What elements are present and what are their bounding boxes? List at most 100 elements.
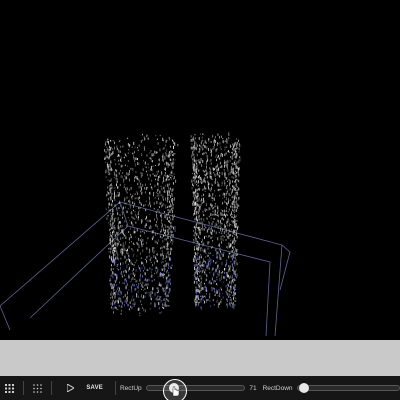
point-cloud-point <box>166 304 167 307</box>
point-cloud-point <box>154 218 155 221</box>
point-cloud-point <box>208 252 210 254</box>
grid-icon[interactable] <box>0 376 19 400</box>
3d-viewport[interactable] <box>0 0 400 340</box>
point-cloud-point <box>190 139 192 142</box>
point-cloud-point <box>228 242 230 246</box>
point-cloud-point <box>222 153 223 157</box>
point-cloud-point <box>234 206 236 208</box>
point-cloud-point <box>233 210 235 213</box>
point-cloud-point <box>213 280 215 282</box>
point-cloud-point <box>154 250 156 252</box>
point-cloud-point <box>193 200 195 204</box>
point-cloud-point <box>236 146 238 149</box>
point-cloud-point <box>129 242 130 244</box>
point-cloud-point <box>109 247 110 250</box>
point-cloud-point <box>113 254 114 256</box>
rect-up-slider[interactable] <box>145 376 246 400</box>
point-cloud-point <box>236 276 238 279</box>
point-cloud-point <box>219 244 220 247</box>
point-cloud-point <box>204 139 206 143</box>
point-cloud-point <box>110 178 112 182</box>
point-cloud-point <box>157 208 159 211</box>
point-cloud-point <box>195 212 197 215</box>
rect-down-slider[interactable] <box>296 376 400 400</box>
point-cloud-point <box>117 226 119 229</box>
point-cloud-point <box>207 265 209 268</box>
point-cloud-point <box>131 216 133 219</box>
point-cloud-point <box>210 231 211 234</box>
point-cloud-point <box>124 282 125 285</box>
point-cloud-point <box>236 207 238 210</box>
point-cloud-point <box>227 232 229 235</box>
point-cloud-point <box>120 164 122 168</box>
point-cloud-point <box>141 173 143 177</box>
point-cloud-point <box>121 305 123 308</box>
point-cloud-point <box>112 148 114 150</box>
point-cloud-point <box>212 213 214 216</box>
point-cloud-point <box>111 274 113 277</box>
point-cloud-point <box>150 157 152 161</box>
point-cloud-point <box>235 162 237 165</box>
point-cloud-point <box>166 248 168 250</box>
point-cloud-point <box>109 165 111 168</box>
point-cloud-point <box>161 217 162 219</box>
point-cloud-point <box>131 278 132 281</box>
point-cloud-point <box>170 282 171 285</box>
point-cloud-point <box>157 225 158 227</box>
point-cloud-point <box>201 307 202 311</box>
point-cloud-point <box>204 282 205 285</box>
point-cloud-point <box>213 281 215 284</box>
point-cloud-point <box>195 226 197 229</box>
point-cloud-point <box>217 211 218 214</box>
point-cloud-point <box>234 289 236 291</box>
point-cloud-point <box>212 184 213 187</box>
point-cloud-point <box>196 180 197 183</box>
point-cloud-point <box>198 263 200 266</box>
point-cloud-point <box>234 141 236 144</box>
point-cloud-point <box>138 181 140 183</box>
rect-down-slider-thumb[interactable] <box>298 383 309 393</box>
point-cloud-point <box>108 143 110 145</box>
point-cloud-point <box>125 261 127 263</box>
point-cloud-point <box>138 179 140 181</box>
point-cloud-point <box>221 241 222 244</box>
point-cloud-point <box>119 139 121 142</box>
point-cloud-point <box>199 232 201 234</box>
play-icon[interactable] <box>62 376 81 400</box>
point-cloud-point <box>236 229 238 233</box>
point-cloud-point <box>219 145 221 149</box>
point-cloud-point <box>220 287 222 290</box>
point-cloud-point <box>133 157 135 160</box>
point-cloud-point <box>108 203 110 206</box>
point-cloud-point <box>112 275 114 279</box>
point-cloud-point <box>166 177 168 181</box>
point-cloud-point <box>227 166 228 170</box>
point-cloud-point <box>151 169 153 172</box>
point-cloud-point <box>236 178 238 182</box>
point-cloud-point <box>214 288 215 290</box>
point-cloud-point <box>194 140 196 144</box>
point-cloud-point <box>114 146 115 150</box>
point-cloud-point <box>196 203 198 206</box>
point-cloud-point <box>151 154 153 157</box>
point-cloud-point <box>118 172 120 175</box>
point-cloud-point <box>108 157 110 160</box>
point-cloud-point <box>132 249 134 252</box>
point-cloud-point <box>115 283 117 287</box>
save-button[interactable]: SAVE <box>86 385 103 391</box>
point-cloud-point <box>204 151 206 154</box>
toolbar-divider <box>22 381 24 395</box>
point-cloud-point <box>193 230 194 232</box>
point-cloud-point <box>143 146 145 149</box>
point-cloud-point <box>207 262 209 266</box>
point-cloud-point <box>199 209 200 213</box>
dots-grid-icon[interactable] <box>28 376 47 400</box>
point-cloud-point <box>141 307 143 309</box>
point-cloud-point <box>212 172 214 174</box>
point-cloud-point <box>228 296 230 298</box>
point-cloud-point <box>200 178 202 182</box>
point-cloud-point <box>198 214 200 218</box>
point-cloud-point <box>220 298 222 301</box>
point-cloud-point <box>170 258 171 261</box>
point-cloud-point <box>114 173 115 176</box>
